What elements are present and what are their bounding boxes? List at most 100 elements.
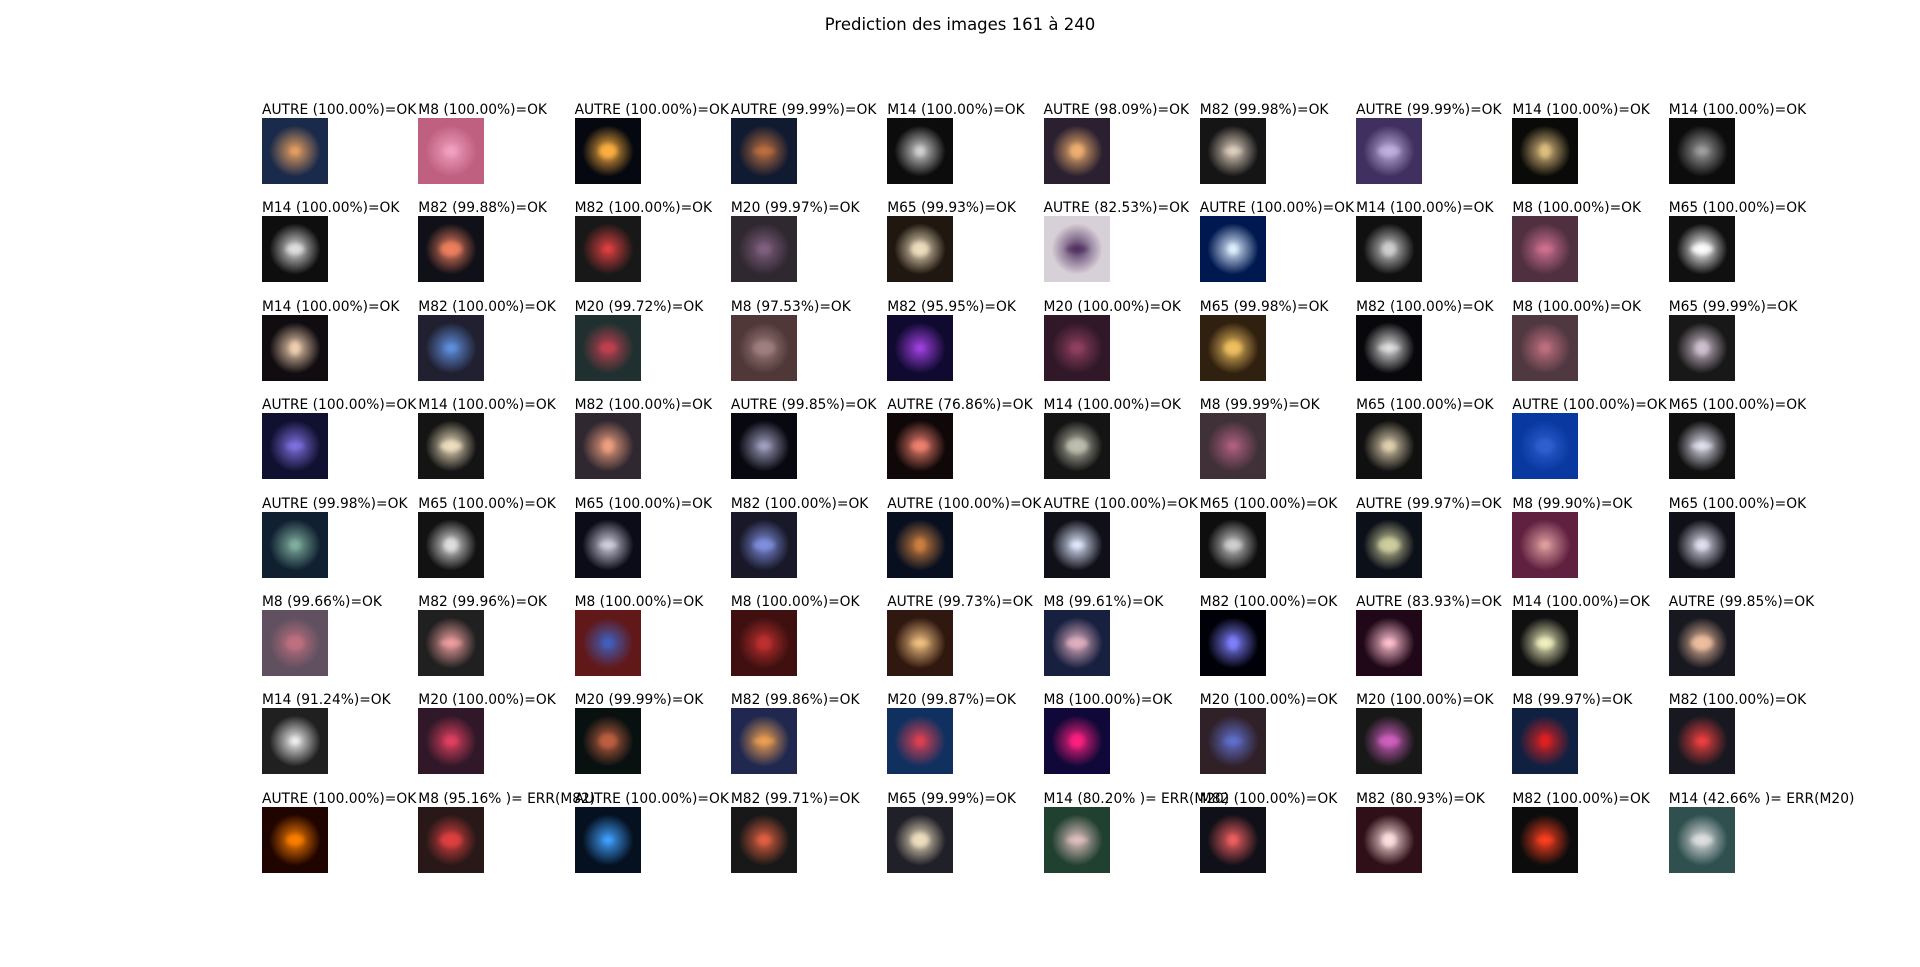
milky-way-thumbnail [1043, 118, 1110, 184]
prediction-label: M65 (100.00%)=OK [1668, 495, 1807, 512]
object-core [1382, 640, 1397, 646]
space-poster-thumbnail [1043, 216, 1110, 283]
object-core [444, 736, 459, 747]
globular-cluster-thumbnail [1512, 610, 1579, 676]
cigar-galaxy-thumbnail [418, 610, 485, 676]
prediction-label: M82 (100.00%)=OK [730, 495, 869, 512]
prediction-label: M14 (100.00%)=OK [262, 298, 400, 315]
pink-nebula-thumbnail [1043, 610, 1110, 676]
prediction-label: AUTRE (76.86%)=OK [887, 397, 1033, 414]
prediction-label: M14 (100.00%)=OK [1043, 397, 1181, 414]
prediction-label: M14 (100.00%)=OK [1512, 102, 1650, 118]
object-core [915, 736, 926, 747]
planet-horizon-thumbnail [730, 118, 797, 184]
prediction-label: M82 (100.00%)=OK [574, 200, 713, 217]
spiral-galaxy-thumbnail [1199, 511, 1266, 578]
cigar-galaxy-thumbnail [1356, 806, 1423, 873]
prediction-grid: AUTRE (100.00%)=OK M8 (100.00%)=OK AUTRE (… [0, 0, 1920, 967]
object-core [440, 242, 463, 257]
object-core [1540, 342, 1551, 353]
prediction-label: M82 (100.00%)=OK [1199, 790, 1338, 807]
object-core [286, 244, 304, 255]
prediction-label: M82 (100.00%)=OK [1668, 692, 1807, 709]
trifid-nebula-thumbnail [887, 708, 954, 775]
spiral-galaxy-thumbnail [887, 216, 954, 283]
object-core [1227, 834, 1238, 845]
cigar-galaxy-thumbnail [1512, 806, 1579, 873]
prediction-label: AUTRE (100.00%)=OK [262, 397, 417, 414]
prediction-label: AUTRE (100.00%)=OK [262, 102, 417, 118]
prediction-label: M8 (99.97%)=OK [1512, 692, 1633, 709]
ring-galaxy-thumbnail [887, 413, 954, 480]
prediction-label: M65 (99.99%)=OK [1668, 298, 1798, 315]
object-core [290, 738, 300, 745]
prediction-label: M14 (100.00%)=OK [1512, 594, 1650, 610]
pink-nebula-thumbnail [262, 610, 328, 676]
galaxy-group-thumbnail [730, 413, 797, 480]
object-core [752, 148, 775, 154]
object-core [1382, 441, 1397, 452]
cigar-galaxy-thumbnail [1199, 806, 1266, 873]
aurora-thumbnail [574, 806, 641, 873]
cigar-galaxy-thumbnail [1356, 314, 1423, 381]
object-core [1690, 443, 1713, 450]
spiral-galaxy-thumbnail [1668, 511, 1735, 578]
cigar-galaxy-thumbnail [574, 413, 641, 480]
prediction-label: M8 (100.00%)=OK [574, 594, 704, 610]
pink-nebula-thumbnail [1512, 511, 1579, 578]
globular-cluster-thumbnail [418, 413, 485, 480]
trifid-nebula-thumbnail [1668, 806, 1735, 873]
object-core [598, 342, 617, 353]
object-core [756, 443, 771, 450]
prediction-label: M8 (97.53%)=OK [730, 298, 851, 315]
object-core [1378, 537, 1401, 552]
prediction-label: M20 (100.00%)=OK [1199, 692, 1338, 709]
prediction-label: AUTRE (99.97%)=OK [1356, 495, 1502, 512]
pink-nebula-thumbnail [1512, 708, 1579, 775]
object-core [911, 441, 930, 452]
spiral-galaxy-thumbnail [1043, 511, 1110, 578]
globular-cluster-thumbnail [887, 118, 954, 184]
trifid-nebula-thumbnail [418, 708, 485, 775]
object-core [1378, 736, 1401, 747]
globular-cluster-thumbnail [262, 216, 328, 283]
prediction-label: AUTRE (99.98%)=OK [262, 495, 408, 512]
prediction-label: AUTRE (99.85%)=OK [1668, 594, 1815, 610]
prediction-label: M8 (100.00%)=OK [1043, 692, 1173, 709]
spiral-galaxy-thumbnail [418, 511, 485, 578]
red-star-thumbnail [1356, 610, 1423, 676]
pink-nebula-thumbnail [730, 610, 797, 676]
prediction-label: M14 (100.00%)=OK [887, 102, 1025, 118]
prediction-label: M65 (100.00%)=OK [418, 495, 556, 512]
object-core [602, 246, 613, 253]
prediction-label: M82 (100.00%)=OK [574, 397, 713, 414]
object-core [1223, 738, 1242, 745]
spiral-galaxy-thumbnail [1668, 216, 1735, 283]
prediction-label: M65 (100.00%)=OK [574, 495, 713, 512]
object-core [1540, 734, 1551, 749]
prediction-label: AUTRE (82.53%)=OK [1043, 200, 1190, 217]
object-core [440, 640, 463, 646]
prediction-label: M14 (100.00%)=OK [262, 200, 400, 217]
object-core [1065, 836, 1088, 843]
object-core [1536, 836, 1555, 843]
object-core [1540, 144, 1551, 158]
prediction-label: AUTRE (98.09%)=OK [1043, 102, 1190, 118]
object-core [915, 537, 926, 552]
object-core [1069, 144, 1084, 158]
prediction-label: M14 (100.00%)=OK [1668, 102, 1807, 118]
object-core [290, 340, 300, 355]
spiral-galaxy-thumbnail [1668, 610, 1735, 676]
prediction-label: M20 (100.00%)=OK [418, 692, 556, 709]
prediction-label: M20 (99.87%)=OK [887, 692, 1016, 709]
prediction-label: AUTRE (100.00%)=OK [1199, 200, 1355, 217]
object-core [1378, 146, 1401, 156]
blue-planet-thumbnail [1199, 216, 1266, 283]
prediction-label: M8 (100.00%)=OK [418, 102, 547, 118]
prediction-label: M8 (100.00%)=OK [730, 594, 860, 610]
trifid-nebula-thumbnail [574, 314, 641, 381]
object-core [602, 638, 613, 648]
prediction-label: M82 (95.95%)=OK [887, 298, 1016, 315]
object-core [1694, 738, 1709, 745]
planet-horizon-thumbnail [887, 511, 954, 578]
